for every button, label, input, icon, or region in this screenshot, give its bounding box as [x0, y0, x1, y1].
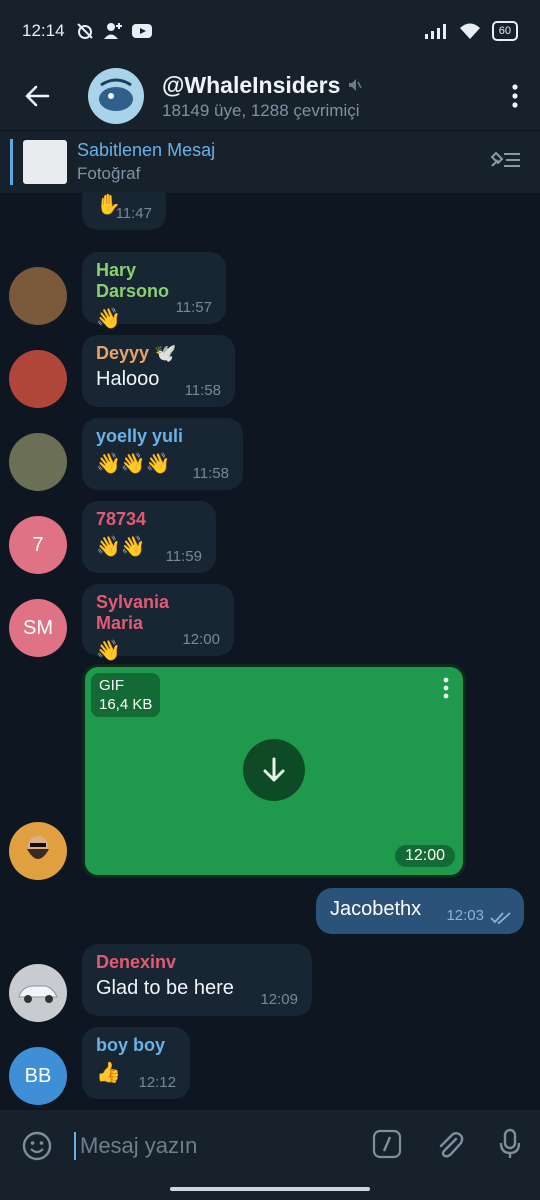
message-time: 11:58	[184, 382, 221, 399]
wifi-icon	[459, 23, 480, 39]
gif-menu-button[interactable]	[443, 677, 449, 704]
outgoing-message[interactable]: Jacobethx 12:03	[316, 888, 524, 934]
bot-commands-button[interactable]	[372, 1129, 402, 1164]
message-bubble[interactable]: 78734 👋👋 11:59	[82, 501, 216, 573]
status-time: 12:14	[22, 21, 65, 40]
sender-avatar[interactable]: BB	[9, 1047, 67, 1105]
message-time: 11:59	[165, 548, 202, 565]
message-time: 12:09	[260, 991, 298, 1008]
youtube-icon	[131, 24, 152, 38]
sender-name[interactable]: boy boy	[96, 1035, 176, 1056]
sender-avatar[interactable]	[9, 267, 67, 325]
sender-avatar[interactable]: SM	[9, 599, 67, 657]
signal-icon	[424, 24, 446, 39]
pinned-indicator	[10, 139, 13, 185]
message-composer	[0, 1110, 540, 1182]
download-button[interactable]	[243, 739, 305, 801]
home-indicator[interactable]	[170, 1187, 370, 1191]
whale-logo-icon	[99, 78, 133, 111]
pinned-subtitle: Fotoğraf	[77, 164, 141, 183]
sender-name[interactable]: Sylvania Maria	[96, 592, 220, 634]
sender-avatar[interactable]	[9, 964, 67, 1022]
smiley-icon	[22, 1131, 52, 1161]
sender-name[interactable]: 78734	[96, 509, 202, 530]
pin-list-icon	[490, 151, 520, 167]
chat-member-count: 18149 üye, 1288 çevrimiçi	[162, 100, 360, 120]
message-bubble[interactable]: Deyyy 🕊️ Halooo 11:58	[82, 335, 235, 407]
message-bubble[interactable]: Hary Darsono 👋 11:57	[82, 252, 226, 330]
sender-avatar[interactable]	[9, 350, 67, 408]
message-bubble[interactable]: boy boy 👍 12:12	[82, 1027, 190, 1099]
message-time: 11:47	[115, 205, 152, 222]
sender-name[interactable]: Hary Darsono	[96, 260, 212, 302]
muted-icon	[349, 79, 363, 91]
sender-name[interactable]: Deyyy 🕊️	[96, 343, 221, 364]
sender-avatar[interactable]	[9, 192, 67, 240]
message-bubble[interactable]: Denexinv Glad to be here 12:09	[82, 944, 312, 1016]
status-bar: 12:14 60	[0, 0, 540, 62]
sender-avatar[interactable]: 7	[9, 516, 67, 574]
gif-message[interactable]: GIF 16,4 KB 12:00	[82, 664, 466, 878]
pinned-thumbnail	[23, 140, 67, 184]
avatar-initials: 7	[32, 533, 44, 556]
message-time: 12:03	[446, 907, 484, 924]
message-time: 11:57	[175, 299, 212, 316]
sender-avatar[interactable]	[9, 433, 67, 491]
message-time: 12:12	[138, 1074, 176, 1091]
add-user-icon	[103, 23, 122, 39]
attach-button[interactable]	[436, 1129, 464, 1164]
download-arrow-icon	[263, 757, 285, 782]
message-input[interactable]	[74, 1132, 342, 1160]
message-time: 11:58	[192, 465, 229, 482]
gif-size: 16,4 KB	[99, 696, 153, 713]
message-bubble[interactable]: Sylvania Maria 👋 12:00	[82, 584, 234, 662]
silent-alarm-icon	[76, 23, 93, 39]
navigation-bar	[0, 1182, 540, 1200]
voice-record-button[interactable]	[498, 1128, 522, 1165]
pinned-list-button[interactable]	[488, 148, 522, 177]
gif-label: GIF	[99, 677, 124, 694]
message-bubble[interactable]: yoelly yuli 👋👋👋 11:58	[82, 418, 243, 490]
sender-avatar[interactable]	[9, 822, 67, 880]
more-vertical-icon	[443, 677, 449, 699]
paperclip-icon	[439, 1131, 464, 1157]
slash-command-icon	[372, 1129, 402, 1158]
message-time: 12:00	[182, 631, 220, 648]
message-list[interactable]: ✋ 11:47 Hary Darsono 👋 11:57 Deyyy 🕊️ Ha…	[0, 192, 540, 1110]
message-bubble[interactable]: ✋ 11:47	[82, 192, 166, 230]
chat-title[interactable]: @WhaleInsiders	[162, 72, 340, 99]
avatar-initials: SM	[23, 616, 53, 639]
emoji-button[interactable]	[0, 1130, 74, 1162]
more-vertical-icon	[512, 84, 518, 108]
gif-time: 12:00	[394, 845, 455, 867]
chat-header: @WhaleInsiders 18149 üye, 1288 çevrimiçi	[0, 62, 540, 130]
pinned-message[interactable]: Sabitlenen Mesaj Fotoğraf	[0, 130, 540, 193]
status-notification-icons	[75, 21, 153, 41]
battery-indicator: 60	[491, 21, 518, 41]
sender-name[interactable]: yoelly yuli	[96, 426, 229, 447]
chat-avatar[interactable]	[88, 68, 144, 124]
pinned-title: Sabitlenen Mesaj	[77, 140, 216, 160]
avatar-initials: BB	[24, 1064, 52, 1087]
back-button[interactable]	[0, 62, 74, 130]
more-menu-button[interactable]	[490, 84, 540, 108]
gif-info-tag: GIF 16,4 KB	[91, 673, 161, 717]
double-check-icon	[490, 912, 511, 925]
car-avatar-icon	[18, 985, 58, 1003]
bearded-avatar-icon	[27, 836, 49, 859]
microphone-icon	[499, 1128, 521, 1158]
sender-name[interactable]: Denexinv	[96, 952, 298, 973]
back-arrow-icon	[25, 85, 50, 107]
